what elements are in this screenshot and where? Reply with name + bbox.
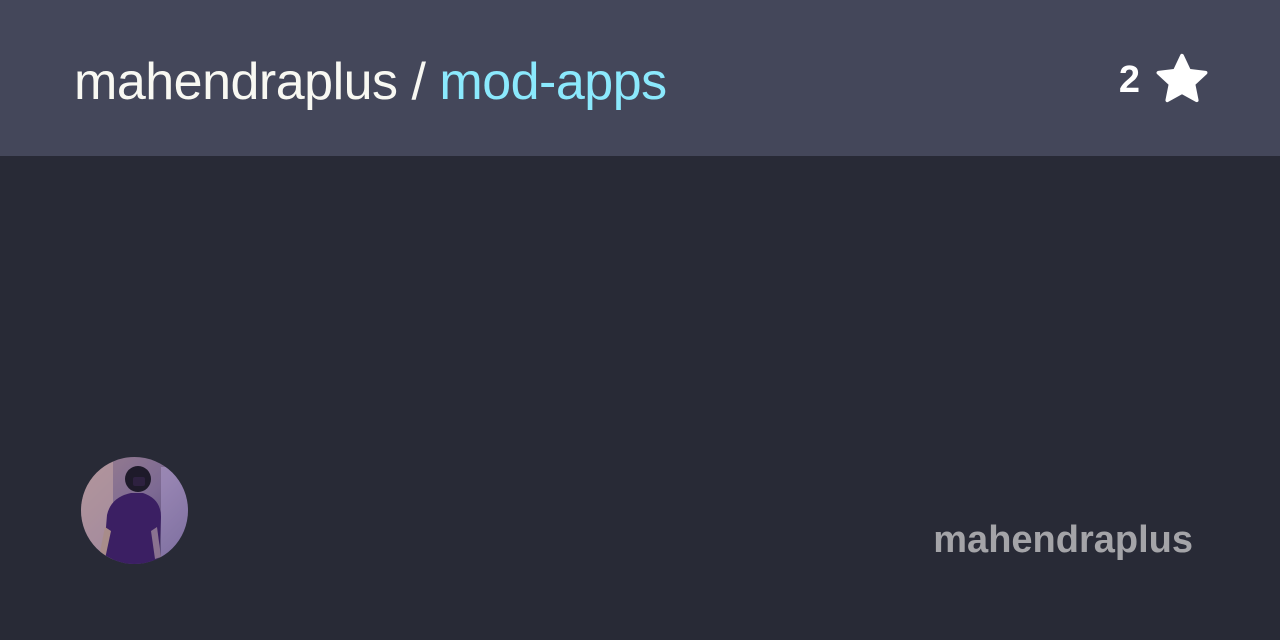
avatar-image [81,457,188,564]
repo-title: mahendraplus / mod-apps [74,52,667,112]
star-counter[interactable]: 2 [1119,52,1210,108]
star-icon [1156,53,1208,103]
repo-header: mahendraplus / mod-apps 2 [0,0,1280,156]
repo-owner-link[interactable]: mahendraplus [74,53,398,111]
owner-name: mahendraplus [933,519,1193,561]
star-count: 2 [1118,58,1140,101]
title-separator: / [397,53,440,111]
avatar[interactable] [81,457,188,564]
repo-name-link[interactable]: mod-apps [439,53,667,111]
